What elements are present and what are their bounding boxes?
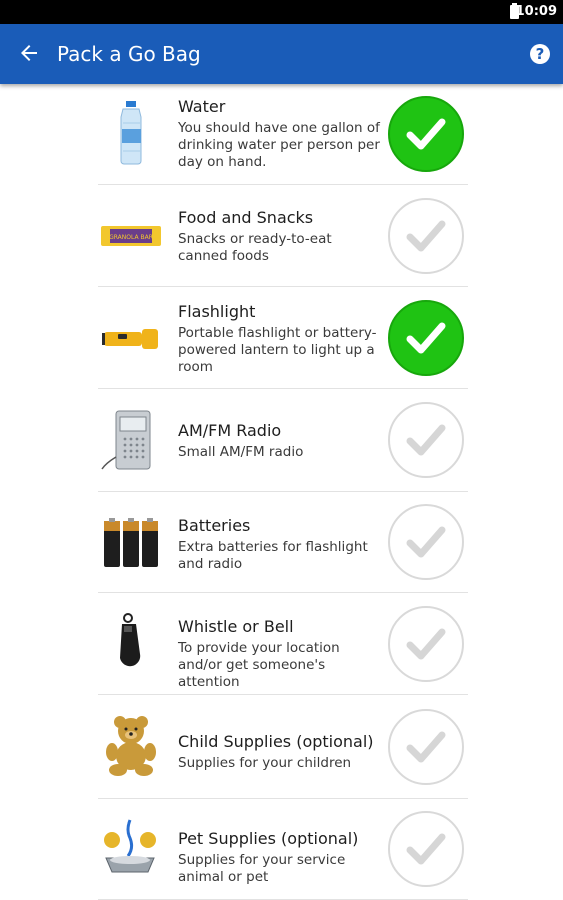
item-name: Batteries bbox=[178, 516, 251, 535]
app-bar: Pack a Go Bag ? bbox=[0, 24, 563, 84]
item-name: Food and Snacks bbox=[178, 208, 314, 227]
back-arrow-icon[interactable] bbox=[17, 41, 41, 65]
item-description: Extra batteries for flashlight and radio bbox=[178, 539, 368, 572]
page-title: Pack a Go Bag bbox=[57, 42, 201, 66]
list-item-radio[interactable]: AM/FM Radio Small AM/FM radio bbox=[98, 389, 468, 492]
item-name: Flashlight bbox=[178, 302, 256, 321]
item-description: Supplies for your service animal or pet bbox=[178, 852, 346, 885]
check-button[interactable] bbox=[388, 709, 464, 785]
check-button[interactable] bbox=[388, 96, 464, 172]
status-time: 10:09 bbox=[515, 4, 557, 19]
checkmark-icon bbox=[406, 731, 446, 763]
check-button[interactable] bbox=[388, 300, 464, 376]
pet-supplies-icon bbox=[104, 819, 156, 873]
list-item-flashlight[interactable]: Flashlight Portable flashlight or batter… bbox=[98, 287, 468, 389]
check-button[interactable] bbox=[388, 402, 464, 478]
item-name: Pet Supplies (optional) bbox=[178, 829, 359, 848]
list-item-water[interactable]: Water You should have one gallon of drin… bbox=[98, 84, 468, 185]
radio-icon bbox=[101, 410, 151, 470]
granola-bar-icon: GRANOLA BAR bbox=[101, 226, 161, 246]
list-item-child-supplies[interactable]: Child Supplies (optional) Supplies for y… bbox=[98, 695, 468, 799]
check-button[interactable] bbox=[388, 811, 464, 887]
item-description: Portable flashlight or battery-powered l… bbox=[178, 325, 377, 375]
item-name: AM/FM Radio bbox=[178, 421, 282, 440]
whistle-icon bbox=[120, 613, 141, 667]
item-name: Water bbox=[178, 97, 226, 116]
checkmark-icon bbox=[406, 526, 446, 558]
checkmark-icon bbox=[406, 424, 446, 456]
checkmark-icon bbox=[406, 220, 446, 252]
checkmark-icon bbox=[406, 833, 446, 865]
list-item-whistle[interactable]: Whistle or Bell To provide your location… bbox=[98, 593, 468, 695]
checkmark-icon bbox=[406, 628, 446, 660]
checkmark-icon bbox=[406, 118, 446, 150]
granola-bar-label: GRANOLA BAR bbox=[109, 234, 153, 241]
item-name: Child Supplies (optional) bbox=[178, 732, 374, 751]
item-name: Whistle or Bell bbox=[178, 617, 294, 636]
teddy-bear-icon bbox=[106, 716, 156, 776]
batteries-icon bbox=[104, 518, 158, 567]
list-item-pet-supplies[interactable]: Pet Supplies (optional) Supplies for you… bbox=[98, 799, 468, 900]
list-item-batteries[interactable]: Batteries Extra batteries for flashlight… bbox=[98, 492, 468, 593]
check-button[interactable] bbox=[388, 606, 464, 682]
item-description: Supplies for your children bbox=[178, 755, 352, 771]
item-description: You should have one gallon of drinking w… bbox=[178, 120, 380, 170]
help-icon[interactable]: ? bbox=[530, 44, 550, 64]
check-button[interactable] bbox=[388, 198, 464, 274]
water-bottle-icon bbox=[120, 101, 142, 165]
checkmark-icon bbox=[406, 322, 446, 354]
item-description: Small AM/FM radio bbox=[178, 444, 304, 460]
item-description: Snacks or ready-to-eat canned foods bbox=[178, 231, 332, 264]
item-description: To provide your location and/or get some… bbox=[178, 640, 340, 690]
list-item-food[interactable]: GRANOLA BAR Food and Snacks Snacks or re… bbox=[98, 185, 468, 287]
status-bar: 10:09 bbox=[0, 0, 563, 24]
flashlight-icon bbox=[102, 329, 158, 349]
checklist: Water You should have one gallon of drin… bbox=[98, 84, 468, 900]
check-button[interactable] bbox=[388, 504, 464, 580]
